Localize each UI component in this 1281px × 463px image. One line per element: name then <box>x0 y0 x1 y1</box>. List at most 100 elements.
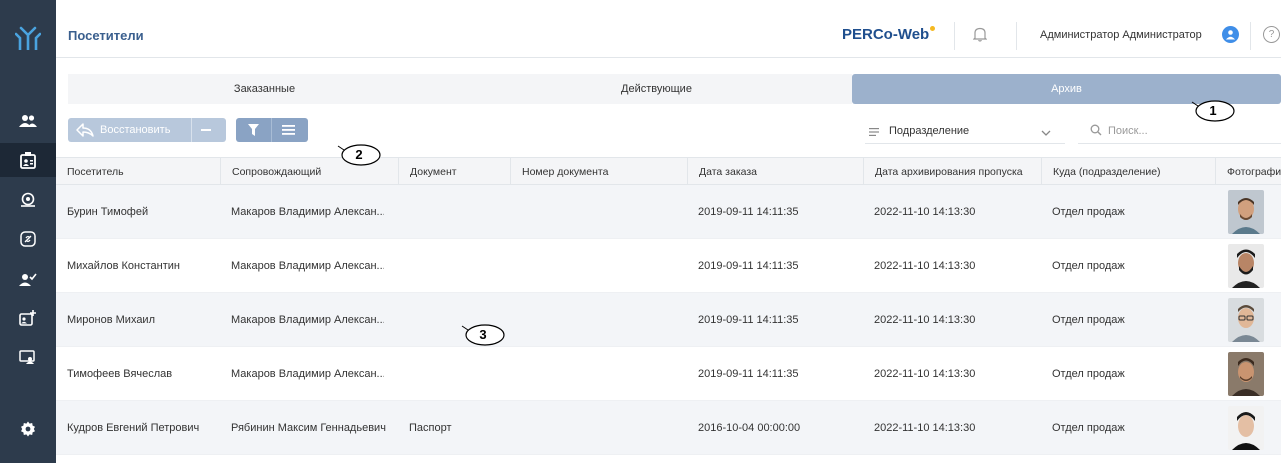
cell-archive-date: 2022-11-10 14:13:30 <box>874 314 976 326</box>
filter-icon[interactable] <box>248 124 259 139</box>
help-icon[interactable]: ? <box>1263 26 1280 43</box>
visitor-photo <box>1228 406 1264 450</box>
department-label: Подразделение <box>889 125 970 137</box>
tab-bar: Заказанные Действующие Архив <box>68 74 1281 104</box>
restore-label: Восстановить <box>100 124 171 136</box>
callout-marker: 2 <box>336 142 382 166</box>
sidebar-item-terminal-icon[interactable] <box>0 340 56 374</box>
cell-escort: Макаров Владимир Алексан... <box>231 206 384 218</box>
divider <box>1016 22 1017 50</box>
cell-document <box>398 185 510 239</box>
divider <box>954 22 955 50</box>
cell-archive-date: 2022-11-10 14:13:30 <box>874 206 976 218</box>
cell-escort: Макаров Владимир Алексан... <box>231 314 384 326</box>
callout-number: 3 <box>479 326 487 342</box>
column-header-photo[interactable]: Фотография <box>1215 158 1281 186</box>
sidebar-item-pass-icon[interactable] <box>0 222 56 256</box>
callout-marker: 1 <box>1190 98 1236 122</box>
menu-icon[interactable] <box>282 125 295 138</box>
cell-order-date: 2019-09-11 14:11:35 <box>698 260 799 272</box>
cell-department: Отдел продаж <box>1052 314 1125 326</box>
table-row[interactable]: Тимофеев Вячеслав Макаров Владимир Алекс… <box>56 347 1281 401</box>
table-header: Посетитель Сопровождающий Документ Номер… <box>56 157 1281 186</box>
column-header-document-number[interactable]: Номер документа <box>510 158 687 186</box>
cell-department: Отдел продаж <box>1052 260 1125 272</box>
cell-visitor: Михайлов Константин <box>67 260 180 272</box>
divider <box>191 118 192 142</box>
cell-document-number <box>510 293 687 347</box>
cell-department: Отдел продаж <box>1052 206 1125 218</box>
user-name[interactable]: Администратор Администратор <box>1040 29 1202 41</box>
page-title: Посетители <box>68 28 144 43</box>
restore-button[interactable]: Восстановить <box>68 118 226 142</box>
cell-document <box>398 239 510 293</box>
cell-order-date: 2019-09-11 14:11:35 <box>698 368 799 380</box>
callout-marker: 3 <box>460 322 506 346</box>
cell-document-number <box>510 185 687 239</box>
cell-order-date: 2019-09-11 14:11:35 <box>698 314 799 326</box>
brand-logo: PERCo-Web <box>842 26 936 43</box>
tab-ordered[interactable]: Заказанные <box>68 74 461 104</box>
visitor-photo <box>1228 244 1264 288</box>
table-row[interactable]: Бурин Тимофей Макаров Владимир Алексан..… <box>56 185 1281 239</box>
cell-document: Паспорт <box>409 422 452 434</box>
sidebar <box>0 0 56 463</box>
sidebar-item-location-icon[interactable] <box>0 183 56 217</box>
divider <box>271 118 272 142</box>
cell-department: Отдел продаж <box>1052 422 1125 434</box>
table-row[interactable]: Михайлов Константин Макаров Владимир Але… <box>56 239 1281 293</box>
visitors-table: Посетитель Сопровождающий Документ Номер… <box>56 157 1281 455</box>
restore-icon <box>76 123 94 140</box>
sidebar-item-visitor-card-icon[interactable] <box>0 143 56 177</box>
user-circle-icon[interactable] <box>1222 26 1239 43</box>
search-box <box>1078 118 1281 144</box>
tab-active[interactable]: Действующие <box>461 74 852 104</box>
visitor-photo <box>1228 190 1264 234</box>
cell-document <box>398 347 510 401</box>
column-header-archive-date[interactable]: Дата архивирования пропуска <box>863 158 1041 186</box>
search-icon <box>1090 124 1102 139</box>
table-row[interactable]: Кудров Евгений Петрович Рябинин Максим Г… <box>56 401 1281 455</box>
cell-archive-date: 2022-11-10 14:13:30 <box>874 260 976 272</box>
cell-order-date: 2019-09-11 14:11:35 <box>698 206 799 218</box>
search-input[interactable] <box>1108 122 1268 140</box>
cell-escort: Макаров Владимир Алексан... <box>231 260 384 272</box>
toolbar: Восстановить Подразделение <box>68 118 1281 144</box>
cell-archive-date: 2022-11-10 14:13:30 <box>874 368 976 380</box>
visitor-photo <box>1228 352 1264 396</box>
cell-visitor: Миронов Михаил <box>67 314 155 326</box>
cell-escort: Рябинин Максим Геннадьевич <box>231 422 386 434</box>
divider <box>1250 22 1251 50</box>
cell-visitor: Бурин Тимофей <box>67 206 149 218</box>
sidebar-item-user-check-icon[interactable] <box>0 262 56 296</box>
column-header-visitor[interactable]: Посетитель <box>56 158 220 186</box>
header: Посетители PERCo-Web Администратор Админ… <box>56 14 1281 58</box>
table-row[interactable]: Миронов Михаил Макаров Владимир Алексан.… <box>56 293 1281 347</box>
sidebar-item-settings-icon[interactable] <box>0 412 56 446</box>
callout-number: 1 <box>1209 102 1217 118</box>
department-select[interactable]: Подразделение <box>865 118 1065 144</box>
cell-document-number <box>510 239 687 293</box>
cell-visitor: Кудров Евгений Петрович <box>67 422 200 434</box>
visitor-photo <box>1228 298 1264 342</box>
cell-department: Отдел продаж <box>1052 368 1125 380</box>
cell-visitor: Тимофеев Вячеслав <box>67 368 173 380</box>
cell-escort: Макаров Владимир Алексан... <box>231 368 384 380</box>
list-icon <box>869 127 879 139</box>
column-header-document[interactable]: Документ <box>398 158 510 186</box>
cell-document-number <box>510 347 687 401</box>
sidebar-item-add-card-icon[interactable] <box>0 300 56 334</box>
column-header-order-date[interactable]: Дата заказа <box>687 158 863 186</box>
cell-archive-date: 2022-11-10 14:13:30 <box>874 422 976 434</box>
cell-order-date: 2016-10-04 00:00:00 <box>698 422 801 434</box>
filter-menu-button-group <box>236 118 308 142</box>
callout-number: 2 <box>355 146 363 162</box>
perco-logo-icon[interactable] <box>0 14 56 62</box>
sidebar-item-visitors-icon[interactable] <box>0 104 56 138</box>
more-options-icon[interactable] <box>201 129 211 131</box>
bell-icon[interactable] <box>972 26 988 45</box>
chevron-down-icon <box>1041 127 1051 139</box>
cell-document-number <box>510 401 687 455</box>
brand-dot-icon <box>930 26 936 31</box>
column-header-department[interactable]: Куда (подразделение) <box>1041 158 1215 186</box>
